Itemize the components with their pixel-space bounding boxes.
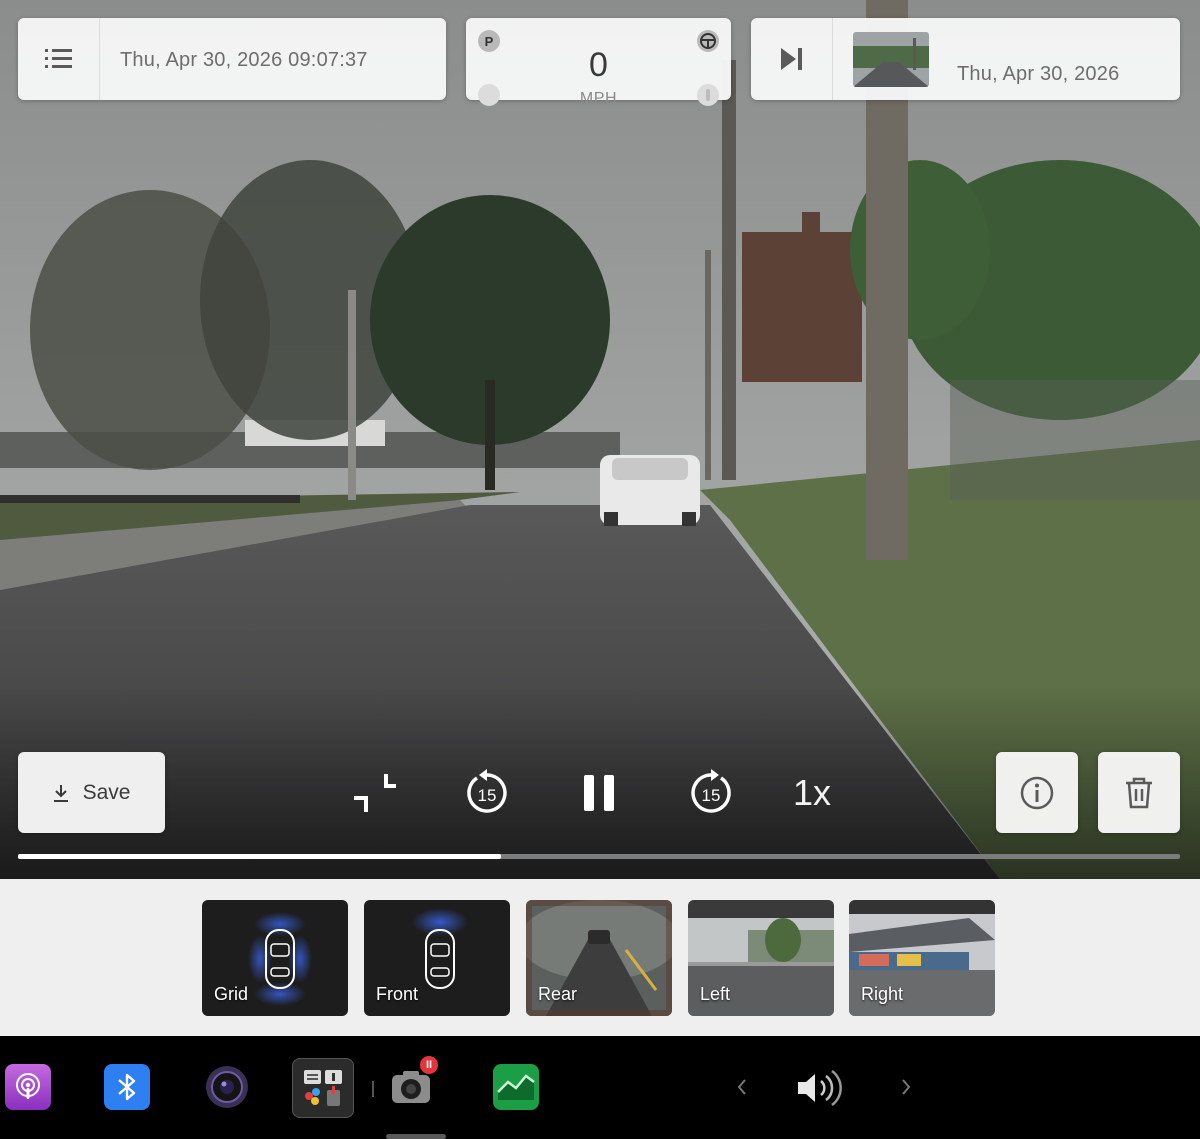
fit-screen-icon [354,774,396,812]
camera-rear-button[interactable]: Rear [526,900,672,1016]
volume-down-chevron[interactable] [732,1072,752,1102]
camera-label: Rear [538,984,578,1004]
energy-icon [497,1074,535,1100]
accelerator-pedal-icon [697,84,719,106]
forward-15-button[interactable]: 15 [686,766,736,820]
forward-seconds: 15 [702,786,721,805]
rewind-15-button[interactable]: 15 [462,766,512,820]
camera-icon [206,1066,248,1108]
pause-button[interactable] [574,766,624,820]
playback-speed-button[interactable]: 1x [786,770,838,816]
download-icon [53,784,68,802]
dashcam-app[interactable]: II [388,1056,438,1110]
podcasts-icon [16,1073,40,1099]
video-frame [0,0,1200,879]
camera-label: Front [376,984,419,1004]
dashcam-video[interactable] [0,0,1200,879]
toybox-icon [304,1070,342,1106]
energy-app[interactable] [493,1064,539,1110]
playback-progress-bar[interactable] [18,854,1180,859]
pause-icon [584,775,614,811]
clip-list-button[interactable] [18,18,100,100]
camera-right-button[interactable]: Right [849,900,995,1016]
steering-wheel-icon [697,30,719,52]
telemetry-card: P 0 MPH [466,18,731,107]
next-clip-thumbnail[interactable] [853,32,929,87]
podcasts-app[interactable] [5,1064,51,1110]
bluetooth-icon [118,1073,136,1101]
toybox-app[interactable] [292,1058,354,1118]
next-clip-date: Thu, Apr 30, 2026 [957,63,1120,85]
camera-label: Right [861,984,904,1004]
speed-unit: MPH [579,90,618,107]
camera-label: Grid [214,984,249,1004]
taskbar-divider [372,1081,374,1097]
camera-front-button[interactable]: Front [364,900,510,1016]
progress-fill [18,854,502,859]
delete-button[interactable] [1098,752,1180,833]
save-label: Save [82,780,131,804]
active-app-indicator [386,1134,446,1139]
recording-badge: II [420,1056,438,1074]
camera-grid-button[interactable]: Grid [202,900,348,1016]
clip-timestamp: Thu, Apr 30, 2026 09:07:37 [120,49,368,71]
chevron-right-icon [902,1079,911,1095]
chevron-left-icon [737,1079,746,1095]
save-button[interactable]: Save [18,752,165,833]
volume-button[interactable] [794,1066,848,1110]
volume-up-chevron[interactable] [896,1072,916,1102]
camera-selector: Grid Front Rear Left Right [0,879,1200,1036]
volume-icon [798,1069,842,1107]
brake-pedal-icon [478,84,500,106]
next-clip-button[interactable] [751,18,833,100]
info-button[interactable] [996,752,1078,833]
list-icon [44,49,72,68]
clip-time-card: Thu, Apr 30, 2026 09:07:37 [18,18,446,100]
camera-label: Left [700,984,731,1004]
bluetooth-app[interactable] [104,1064,150,1110]
clip-navigation-card: Thu, Apr 30, 2026 [751,18,1180,100]
rewind-15-icon: 15 [467,769,507,813]
info-icon [1020,776,1054,809]
rewind-seconds: 15 [478,786,497,805]
forward-15-icon: 15 [691,769,731,813]
camera-app[interactable] [204,1064,250,1110]
fit-screen-button[interactable] [348,768,398,818]
trash-icon [1126,777,1152,808]
taskbar: II [0,1036,1200,1139]
skip-next-icon [780,48,802,70]
speed-value: 0 [589,46,608,84]
camera-left-button[interactable]: Left [688,900,834,1016]
